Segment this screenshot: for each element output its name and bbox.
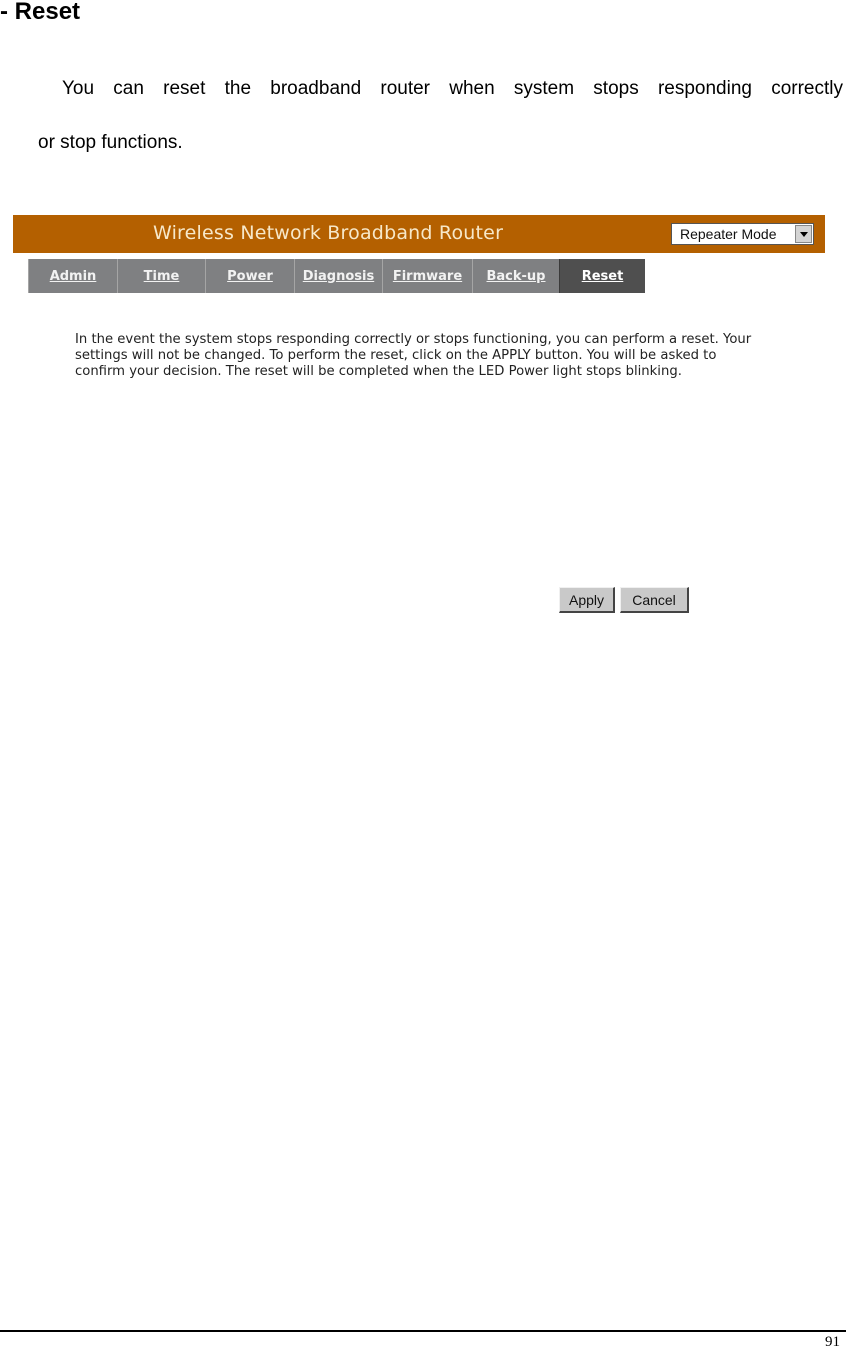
footer-divider <box>0 1330 846 1332</box>
chevron-down-icon[interactable] <box>795 225 812 243</box>
section-heading: - Reset <box>0 0 81 25</box>
tab-time[interactable]: Time <box>117 259 205 293</box>
tab-bar: Admin Time Power Diagnosis Firmware Back… <box>28 259 645 293</box>
reset-description: In the event the system stops responding… <box>75 332 752 379</box>
banner-title: Wireless Network Broadband Router <box>153 222 504 244</box>
cancel-button[interactable]: Cancel <box>620 587 689 613</box>
mode-select-value: Repeater Mode <box>680 226 777 242</box>
intro-paragraph-line-2: or stop functions. <box>38 132 183 153</box>
mode-select[interactable]: Repeater Mode <box>671 223 814 245</box>
tab-admin[interactable]: Admin <box>28 259 117 293</box>
tab-reset[interactable]: Reset <box>559 259 645 293</box>
router-screenshot: Wireless Network Broadband Router Repeat… <box>13 212 825 632</box>
intro-paragraph: You can reset the broadband router when … <box>38 60 843 172</box>
apply-button[interactable]: Apply <box>559 587 615 613</box>
page-number: 91 <box>825 1334 840 1350</box>
tab-diagnosis[interactable]: Diagnosis <box>294 259 382 293</box>
tab-firmware[interactable]: Firmware <box>382 259 472 293</box>
router-banner: Wireless Network Broadband Router Repeat… <box>13 215 825 253</box>
tab-power[interactable]: Power <box>205 259 294 293</box>
tab-back-up[interactable]: Back-up <box>472 259 559 293</box>
intro-paragraph-line-1: You can reset the broadband router when … <box>62 78 843 99</box>
